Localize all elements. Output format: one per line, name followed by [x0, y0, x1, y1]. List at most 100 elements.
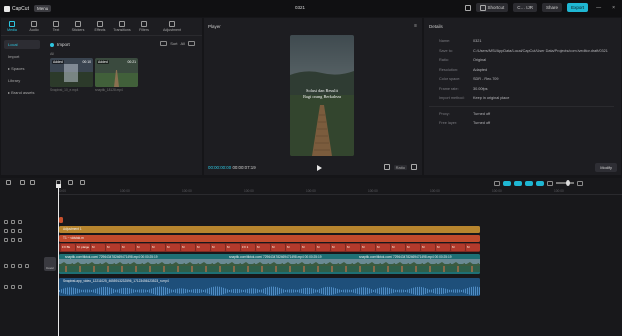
tab-transitions[interactable]: Transitions [111, 18, 133, 35]
effect-clip[interactable]: M [271, 244, 285, 251]
audio-clip[interactable]: Snapinst.app_video_12211025_465591323259… [59, 278, 480, 296]
player-menu-icon[interactable]: ≡ [414, 23, 417, 29]
effect-clip[interactable]: M [286, 244, 300, 251]
sort-label[interactable]: Sort [170, 41, 177, 46]
effect-clip[interactable]: M [226, 244, 240, 251]
video-preview[interactable]: Solusi dan Resulit Bagi orang Berkaleza [290, 35, 354, 156]
menu-button[interactable]: Menu [33, 5, 52, 12]
eye-icon[interactable] [11, 220, 15, 224]
detail-value[interactable]: Turned off [473, 121, 617, 126]
effect-clip[interactable]: M [391, 244, 405, 251]
filter-icon[interactable] [188, 41, 195, 46]
tab-effects[interactable]: Effects [89, 18, 111, 35]
eye-icon[interactable] [11, 229, 15, 233]
media-thumbnail[interactable]: Added 00:10 [50, 58, 93, 87]
audio-icon[interactable] [18, 238, 22, 242]
effect-clip[interactable]: M [136, 244, 150, 251]
account-button[interactable]: C… IJR [513, 3, 538, 12]
audio-icon[interactable] [18, 229, 22, 233]
effect-clip[interactable]: M [211, 244, 225, 251]
time-ruler[interactable]: 00:00 100:00 100:00 100:00 100:00 100:00… [58, 187, 622, 195]
fullscreen-icon[interactable] [383, 164, 390, 170]
sidebar-item-import[interactable]: Import [4, 52, 40, 61]
effect-clip[interactable]: M: plaige [76, 244, 90, 251]
media-thumbnail[interactable]: Added 00:21 [95, 58, 138, 87]
effect-clip[interactable]: M [196, 244, 210, 251]
redo-icon[interactable] [30, 180, 35, 185]
import-button[interactable]: Import [50, 42, 70, 47]
shortcut-button[interactable]: Shortcut [475, 3, 509, 12]
effect-clip[interactable]: FX 1 [241, 244, 255, 251]
cover-button[interactable]: Cover [44, 257, 56, 271]
tab-adjustment[interactable]: Adjustment [155, 18, 189, 35]
more-icon[interactable] [25, 264, 29, 268]
main-video-clip[interactable]: snaptik.com/tiktok.com/ 7296434782469471… [59, 254, 480, 274]
tab-filters[interactable]: Filters [133, 18, 155, 35]
view-label[interactable]: All [181, 41, 185, 46]
eye-icon[interactable] [11, 285, 15, 289]
linkage-icon[interactable] [525, 180, 533, 186]
tab-audio[interactable]: Audio [23, 18, 45, 35]
tab-media[interactable]: Media [1, 18, 23, 35]
effect-clip[interactable]: M [316, 244, 330, 251]
effect-clip[interactable]: M [256, 244, 270, 251]
export-button[interactable]: Export [567, 3, 589, 12]
adjustment-clip[interactable]: Adjustment 1 [59, 226, 480, 233]
effect-clip[interactable]: M [376, 244, 390, 251]
effect-clip[interactable]: M [181, 244, 195, 251]
effect-clip[interactable]: M [346, 244, 360, 251]
effect-clip[interactable]: M [361, 244, 375, 251]
delete-left-icon[interactable] [68, 180, 73, 185]
microphone-icon[interactable] [494, 180, 500, 186]
effect-clip[interactable]: M [166, 244, 180, 251]
effect-clip[interactable]: M [436, 244, 450, 251]
minimize-button[interactable]: — [593, 5, 604, 11]
lock-icon[interactable] [4, 264, 8, 268]
tab-stickers[interactable]: Stickers [67, 18, 89, 35]
effect-clip[interactable]: M [406, 244, 420, 251]
ratio-button[interactable]: Ratio [393, 164, 407, 170]
effect-clip[interactable]: M [151, 244, 165, 251]
auto-snapping-icon[interactable] [514, 180, 522, 186]
sidebar-item-brand-assets[interactable]: ▸ Brand assets [4, 88, 40, 97]
effect-clip[interactable]: M [331, 244, 345, 251]
effect-clip[interactable]: M [91, 244, 105, 251]
text-clip[interactable]: T1 ~ vidstak.m [59, 235, 480, 242]
lock-icon[interactable] [4, 238, 8, 242]
lock-icon[interactable] [4, 229, 8, 233]
effect-clip[interactable]: M [421, 244, 435, 251]
sidebar-item-library[interactable]: Library [4, 76, 40, 85]
close-button[interactable]: × [609, 5, 618, 11]
audio-icon[interactable] [18, 264, 22, 268]
share-button[interactable]: Share [542, 3, 563, 12]
audio-icon[interactable] [18, 285, 22, 289]
detail-value[interactable]: Turned off [473, 112, 617, 117]
layout-icon[interactable] [464, 4, 471, 11]
eye-icon[interactable] [11, 264, 15, 268]
sidebar-item-local[interactable]: Local [4, 40, 40, 49]
play-icon[interactable] [317, 165, 322, 171]
lock-icon[interactable] [4, 285, 8, 289]
effect-clip[interactable]: FX Bk [61, 244, 75, 251]
effect-clip[interactable]: M [121, 244, 135, 251]
delete-right-icon[interactable] [80, 180, 85, 185]
preview-axis-icon[interactable] [536, 180, 544, 186]
grid-view-icon[interactable] [160, 41, 168, 46]
modify-button[interactable]: Modify [595, 163, 617, 172]
marker-clip[interactable] [59, 217, 63, 223]
select-tool-icon[interactable] [6, 180, 11, 185]
effect-clip[interactable]: M [466, 244, 480, 251]
tab-text[interactable]: Text [45, 18, 67, 35]
expand-icon[interactable] [411, 164, 417, 170]
zoom-out-icon[interactable] [547, 180, 553, 186]
zoom-slider[interactable] [556, 180, 574, 186]
effect-clip[interactable]: M [106, 244, 120, 251]
effect-clip[interactable]: M [451, 244, 465, 251]
main-track-magnet-icon[interactable] [503, 180, 511, 186]
undo-icon[interactable] [20, 180, 25, 185]
zoom-in-icon[interactable] [577, 180, 583, 186]
audio-icon[interactable] [18, 220, 22, 224]
sidebar-item-spaces[interactable]: ▸ Spaces [4, 64, 40, 73]
eye-icon[interactable] [11, 238, 15, 242]
lock-icon[interactable] [4, 220, 8, 224]
